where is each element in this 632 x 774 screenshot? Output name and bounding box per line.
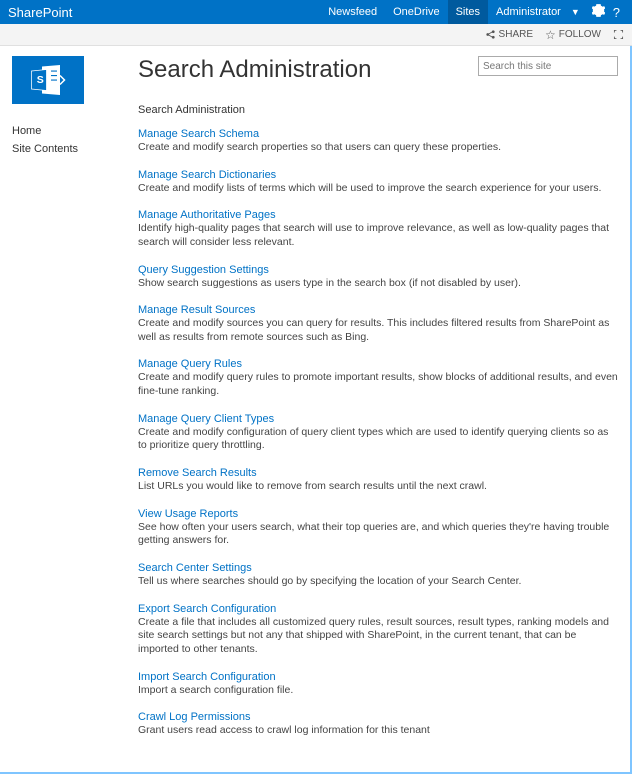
admin-section-5: Manage Query RulesCreate and modify quer…: [138, 358, 618, 398]
top-nav: Newsfeed OneDrive Sites Administrator ▼ …: [320, 0, 624, 24]
main-content: Search Administration Search Administrat…: [138, 56, 618, 752]
focus-icon: [613, 29, 624, 40]
admin-link-5[interactable]: Manage Query Rules: [138, 358, 242, 370]
admin-section-11: Import Search ConfigurationImport a sear…: [138, 671, 618, 698]
topnav-newsfeed[interactable]: Newsfeed: [320, 0, 385, 24]
follow-button[interactable]: ☆ FOLLOW: [545, 28, 601, 42]
admin-section-2: Manage Authoritative PagesIdentify high-…: [138, 209, 618, 249]
caret-down-icon: ▼: [571, 7, 580, 17]
left-nav: Home Site Contents: [12, 122, 138, 158]
admin-link-7[interactable]: Remove Search Results: [138, 467, 257, 479]
focus-button[interactable]: [613, 29, 624, 40]
admin-section-12: Crawl Log PermissionsGrant users read ac…: [138, 711, 618, 738]
leftnav-site-contents[interactable]: Site Contents: [12, 140, 138, 158]
admin-desc-7: List URLs you would like to remove from …: [138, 480, 618, 494]
admin-section-10: Export Search ConfigurationCreate a file…: [138, 603, 618, 657]
page-body: S Home Site Contents Search Administrati…: [0, 46, 632, 774]
admin-desc-4: Create and modify sources you can query …: [138, 317, 618, 344]
admin-section-3: Query Suggestion SettingsShow search sug…: [138, 264, 618, 291]
admin-section-8: View Usage ReportsSee how often your use…: [138, 508, 618, 548]
admin-section-1: Manage Search DictionariesCreate and mod…: [138, 169, 618, 196]
admin-desc-2: Identify high-quality pages that search …: [138, 222, 618, 249]
admin-desc-8: See how often your users search, what th…: [138, 521, 618, 548]
admin-link-0[interactable]: Manage Search Schema: [138, 128, 259, 140]
admin-section-0: Manage Search SchemaCreate and modify se…: [138, 128, 618, 155]
svg-text:S: S: [37, 74, 44, 86]
admin-section-4: Manage Result SourcesCreate and modify s…: [138, 304, 618, 344]
admin-link-2[interactable]: Manage Authoritative Pages: [138, 209, 276, 221]
admin-link-1[interactable]: Manage Search Dictionaries: [138, 169, 276, 181]
admin-label: Administrator: [496, 6, 561, 18]
search-input[interactable]: [483, 61, 615, 72]
help-icon[interactable]: ?: [609, 5, 624, 20]
page-title: Search Administration: [138, 56, 371, 84]
site-logo[interactable]: S: [12, 56, 84, 104]
action-bar: SHARE ☆ FOLLOW: [0, 24, 632, 46]
admin-desc-12: Grant users read access to crawl log inf…: [138, 724, 618, 738]
title-row: Search Administration: [138, 56, 618, 84]
search-box[interactable]: [478, 56, 618, 76]
top-bar: SharePoint Newsfeed OneDrive Sites Admin…: [0, 0, 632, 24]
admin-link-3[interactable]: Query Suggestion Settings: [138, 264, 269, 276]
admin-desc-5: Create and modify query rules to promote…: [138, 371, 618, 398]
admin-link-8[interactable]: View Usage Reports: [138, 508, 238, 520]
admin-link-10[interactable]: Export Search Configuration: [138, 603, 276, 615]
share-icon: [485, 29, 496, 40]
left-column: S Home Site Contents: [12, 56, 138, 752]
admin-link-4[interactable]: Manage Result Sources: [138, 304, 255, 316]
admin-link-9[interactable]: Search Center Settings: [138, 562, 252, 574]
admin-link-6[interactable]: Manage Query Client Types: [138, 413, 274, 425]
admin-section-9: Search Center SettingsTell us where sear…: [138, 562, 618, 589]
admin-menu[interactable]: Administrator ▼: [488, 6, 588, 18]
admin-desc-11: Import a search configuration file.: [138, 684, 618, 698]
topnav-sites[interactable]: Sites: [448, 0, 488, 24]
breadcrumb: Search Administration: [138, 104, 618, 116]
admin-section-6: Manage Query Client TypesCreate and modi…: [138, 413, 618, 453]
topnav-onedrive[interactable]: OneDrive: [385, 0, 447, 24]
sharepoint-icon: S: [30, 65, 66, 95]
share-button[interactable]: SHARE: [485, 29, 533, 40]
gear-icon[interactable]: [588, 4, 609, 20]
admin-link-12[interactable]: Crawl Log Permissions: [138, 711, 250, 723]
admin-desc-10: Create a file that includes all customiz…: [138, 616, 618, 657]
admin-link-11[interactable]: Import Search Configuration: [138, 671, 276, 683]
leftnav-home[interactable]: Home: [12, 122, 138, 140]
admin-section-7: Remove Search ResultsList URLs you would…: [138, 467, 618, 494]
brand-label[interactable]: SharePoint: [8, 5, 72, 20]
admin-desc-9: Tell us where searches should go by spec…: [138, 575, 618, 589]
admin-desc-1: Create and modify lists of terms which w…: [138, 182, 618, 196]
admin-desc-3: Show search suggestions as users type in…: [138, 277, 618, 291]
admin-desc-0: Create and modify search properties so t…: [138, 141, 618, 155]
admin-desc-6: Create and modify configuration of query…: [138, 426, 618, 453]
star-icon: ☆: [545, 28, 556, 42]
